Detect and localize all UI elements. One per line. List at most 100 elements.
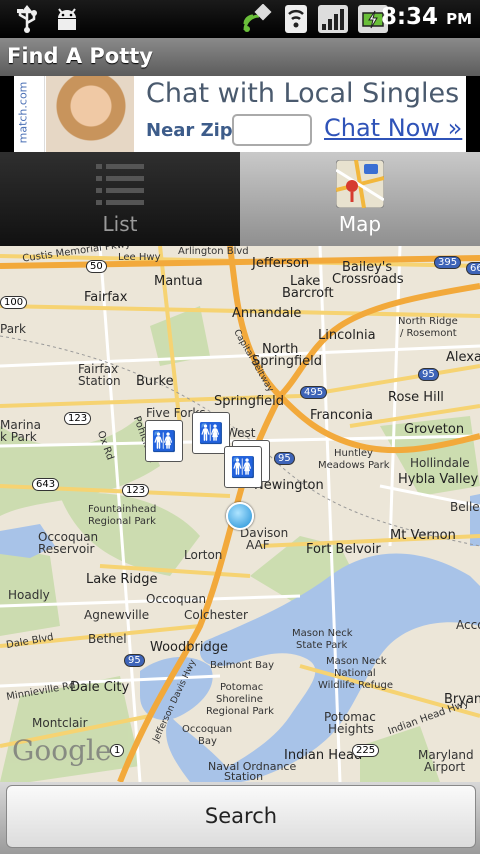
tab-bar: List Map: [0, 152, 480, 246]
tab-list-label: List: [102, 212, 138, 236]
map-label: Alexa: [446, 350, 480, 365]
map-label: Fort Belvoir: [306, 542, 381, 557]
route-shield: 66: [466, 262, 480, 275]
route-shield: 123: [64, 412, 92, 425]
gps-icon: [240, 3, 274, 35]
search-button[interactable]: Search: [6, 785, 476, 848]
ad-zip-label: Near Zip:: [146, 120, 240, 141]
map-label: Park: [0, 322, 26, 336]
map-label: Meadows Park: [318, 460, 390, 471]
ad-brand-logo: match.com: [14, 76, 45, 152]
route-shield: 95: [124, 654, 145, 667]
map-label: National: [334, 668, 376, 679]
map-label: Annandale: [232, 306, 302, 321]
map-label: Mason Neck: [326, 656, 387, 667]
map-label: Fairfax: [84, 290, 128, 305]
route-shield: 50: [86, 260, 107, 273]
route-shield: 123: [122, 484, 150, 497]
route-shield: 395: [434, 256, 462, 269]
ad-content[interactable]: match.com Chat with Local Singles Near Z…: [14, 76, 466, 152]
map-label: Bay: [198, 736, 217, 747]
map-label: Regional Park: [88, 516, 156, 527]
route-shield: 495: [300, 386, 328, 399]
map-label: Acco: [456, 618, 480, 632]
ad-banner[interactable]: match.com Chat with Local Singles Near Z…: [0, 76, 480, 152]
tab-map-label: Map: [338, 212, 382, 236]
ad-chat-now-link[interactable]: Chat Now »: [324, 114, 462, 142]
map-label: AAF: [246, 538, 270, 552]
map-label: Agnewville: [84, 608, 150, 622]
map-label: Woodbridge: [150, 640, 228, 655]
map-label: Mantua: [154, 274, 203, 289]
google-attribution: Google: [12, 734, 112, 767]
ampm-text: PM: [446, 10, 472, 28]
map-label: North Ridge: [398, 316, 458, 327]
map-label: Crossroads: [332, 272, 404, 287]
ad-headline: Chat with Local Singles: [146, 78, 460, 109]
map-label: Burke: [136, 374, 174, 389]
android-debug-icon: [52, 3, 82, 35]
route-shield: 100: [0, 296, 28, 309]
map-label: Lorton: [184, 548, 223, 562]
map-label: West: [226, 426, 256, 440]
map-label: Huntley: [334, 448, 373, 459]
restroom-marker[interactable]: 🚻: [224, 446, 262, 488]
map-label: Reservoir: [38, 542, 95, 556]
restroom-icon: 🚻: [151, 429, 177, 453]
map-label: Rose Hill: [388, 390, 444, 405]
map-label: Mason Neck: [292, 628, 353, 639]
map-label: Montclair: [32, 716, 88, 730]
current-location-marker: [226, 502, 254, 530]
map-label: Arlington Blvd: [178, 246, 249, 257]
map-label: Station: [78, 374, 121, 388]
map-label: Occoquan: [182, 724, 233, 735]
tab-list[interactable]: List: [0, 152, 240, 246]
map-label: Bethel: [88, 632, 127, 646]
map-icon: [336, 160, 384, 208]
route-shield: 225: [352, 744, 380, 757]
list-icon: [96, 164, 144, 205]
map-label: Hollindale: [410, 456, 470, 470]
ad-zip-input[interactable]: [232, 114, 312, 146]
map-label: Potomac: [220, 682, 264, 693]
map-label: Franconia: [310, 408, 374, 423]
route-shield: 643: [32, 478, 60, 491]
map-label: Dale City: [70, 680, 130, 695]
tab-map[interactable]: Map: [240, 152, 480, 246]
time-text: 8:34: [380, 4, 439, 30]
status-bar: 8:34 PM: [0, 0, 480, 38]
map-label: Springfield: [214, 394, 285, 409]
map-label: Jefferson: [252, 256, 310, 271]
route-shield: 95: [274, 452, 295, 465]
map-label: Groveton: [404, 422, 465, 437]
map-label: Shoreline: [216, 694, 263, 705]
restroom-icon: 🚻: [198, 421, 224, 445]
map-label: Belle: [450, 500, 480, 514]
map-label: Heights: [328, 722, 374, 736]
app-title: Find A Potty: [7, 44, 153, 68]
map-label: Airport: [424, 760, 466, 774]
map-label: Occoquan: [146, 592, 207, 606]
status-clock: 8:34 PM: [381, 4, 472, 30]
map-label: Lee Hwy: [118, 252, 161, 263]
map-label: Colchester: [184, 608, 248, 622]
title-bar: Find A Potty: [0, 38, 480, 77]
map-label: Hybla Valley: [398, 472, 479, 487]
map-label: Hoadly: [8, 588, 50, 602]
map-label: k Park: [0, 430, 37, 444]
map-label: Belmont Bay: [210, 660, 274, 671]
restroom-marker[interactable]: 🚻: [145, 420, 183, 462]
route-shield: 95: [418, 368, 439, 381]
bottom-bar: Search: [0, 782, 480, 854]
map-label: Lincolnia: [318, 328, 376, 343]
wifi-icon: [282, 3, 310, 35]
map-label: Lake Ridge: [86, 572, 158, 587]
restroom-icon: 🚻: [230, 455, 256, 479]
usb-icon: [12, 3, 42, 35]
map-label: Station: [224, 770, 264, 782]
map-label: Fountainhead: [88, 504, 157, 515]
map-label: Mt Vernon: [390, 528, 456, 543]
map-label: Regional Park: [206, 706, 274, 717]
map-view[interactable]: Custis Memorial Pkwy Lee Hwy Arlington B…: [0, 246, 480, 782]
map-label: Wildlife Refuge: [318, 680, 393, 691]
